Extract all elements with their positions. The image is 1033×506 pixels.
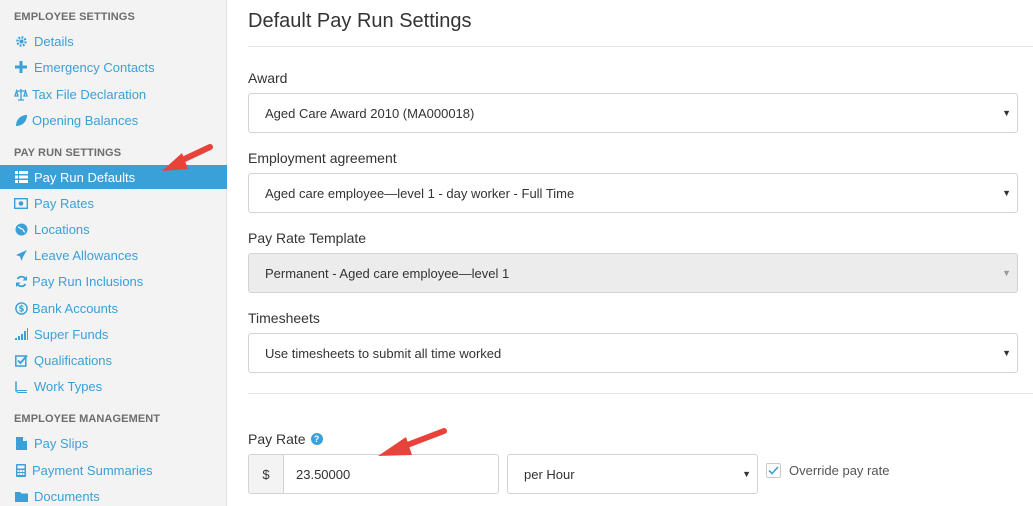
employment-agreement-value: Aged care employee—level 1 - day worker … [265,185,575,201]
sidebar-item-label: Bank Accounts [32,300,118,316]
section-heading-employee-settings: EMPLOYEE SETTINGS [14,11,135,23]
caret-down-icon: ▼ [1002,188,1011,198]
pay-rate-template-value: Permanent - Aged care employee—level 1 [265,265,510,281]
sidebar-item-label: Super Funds [34,326,109,342]
caret-down-icon: ▼ [1002,348,1011,358]
sidebar-item-pay-slips[interactable]: Pay Slips [0,431,227,455]
sidebar-item-label: Work Types [34,378,103,394]
signal-icon [14,327,28,341]
sidebar-item-label: Qualifications [34,352,113,368]
award-value: Aged Care Award 2010 (MA000018) [265,105,475,121]
sidebar-item-label: Pay Rates [34,195,94,211]
currency-addon: $ [248,454,283,494]
override-pay-rate-option[interactable]: Override pay rate [766,463,889,478]
award-select[interactable]: Aged Care Award 2010 (MA000018) ▼ [248,93,1018,133]
dollar-circle-icon: $ [14,301,28,315]
employment-agreement-label: Employment agreement [248,150,397,166]
calculator-icon [14,463,28,477]
sidebar-item-label: Pay Run Inclusions [32,273,144,289]
sidebar-item-work-types[interactable]: Work Types [0,374,227,398]
pay-rate-label: Pay Rate [248,431,306,447]
caret-down-icon: ▼ [742,469,751,479]
section-heading-pay-run-settings: PAY RUN SETTINGS [14,147,122,159]
employment-agreement-select[interactable]: Aged care employee—level 1 - day worker … [248,173,1018,213]
sidebar-item-documents[interactable]: Documents [0,484,227,506]
file-icon [14,436,28,450]
check-square-icon [14,353,28,367]
sidebar-item-label: Locations [34,221,90,237]
plus-icon [14,60,28,74]
sidebar-item-label: Leave Allowances [34,247,139,263]
folder-icon [14,489,28,503]
sidebar-item-label: Emergency Contacts [34,59,155,75]
sidebar-item-pay-rates[interactable]: Pay Rates [0,191,227,215]
pay-rate-template-select[interactable]: Permanent - Aged care employee—level 1 ▼ [248,253,1018,293]
main-content: Default Pay Run Settings Award Aged Care… [228,0,1033,506]
sidebar-item-label: Details [34,33,74,49]
sidebar-item-emergency-contacts[interactable]: Emergency Contacts [0,55,227,79]
sidebar-item-locations[interactable]: Locations [0,217,227,241]
sidebar-item-tax-file-declaration[interactable]: Tax File Declaration [0,82,227,106]
sidebar-item-opening-balances[interactable]: Opening Balances [0,108,227,132]
gear-icon [14,34,28,48]
section-divider [248,393,1033,394]
caret-down-icon: ▼ [1002,268,1011,278]
title-divider [248,46,1033,47]
leaf-icon [14,113,28,127]
sidebar-item-label: Pay Run Defaults [34,169,136,185]
section-heading-employee-management: EMPLOYEE MANAGEMENT [14,413,161,425]
sidebar-item-label: Tax File Declaration [32,86,147,102]
timesheets-value: Use timesheets to submit all time worked [265,345,502,361]
sidebar-item-payment-summaries[interactable]: Payment Summaries [0,458,227,482]
pay-rate-template-label: Pay Rate Template [248,230,367,246]
sidebar-item-bank-accounts[interactable]: $ Bank Accounts [0,296,227,320]
sidebar: EMPLOYEE SETTINGS Details Emergency Cont… [0,0,227,506]
sidebar-item-label: Documents [34,488,100,504]
money-icon [14,196,28,210]
pay-rate-unit-value: per Hour [524,466,575,482]
pay-rate-unit-select[interactable]: per Hour ▼ [507,454,758,494]
override-pay-rate-label: Override pay rate [789,463,890,478]
award-label: Award [248,70,288,86]
sidebar-item-super-funds[interactable]: Super Funds [0,322,227,346]
sidebar-item-qualifications[interactable]: Qualifications [0,348,227,372]
annotation-arrow-sidebar [162,144,213,171]
sidebar-item-pay-run-inclusions[interactable]: Pay Run Inclusions [0,269,227,293]
timesheets-label: Timesheets [248,310,320,326]
check-icon [768,466,779,475]
book-icon [14,379,28,393]
sidebar-item-label: Pay Slips [34,435,89,451]
sidebar-item-leave-allowances[interactable]: Leave Allowances [0,243,227,267]
sidebar-item-details[interactable]: Details [0,29,227,53]
scale-icon [14,87,28,101]
caret-down-icon: ▼ [1002,108,1011,118]
refresh-icon [14,274,28,288]
help-icon[interactable]: ? [310,433,323,445]
plane-icon [14,248,28,262]
annotation-arrow-pay-rate [378,428,447,456]
list-icon [14,170,28,184]
sidebar-item-label: Payment Summaries [32,462,153,478]
timesheets-select[interactable]: Use timesheets to submit all time worked… [248,333,1018,373]
page-title: Default Pay Run Settings [248,10,472,32]
svg-text:$: $ [18,304,24,314]
override-pay-rate-checkbox[interactable] [766,463,781,478]
pay-rate-label-row: Pay Rate ? [248,431,323,447]
sidebar-item-label: Opening Balances [32,112,139,128]
globe-icon [14,222,28,236]
